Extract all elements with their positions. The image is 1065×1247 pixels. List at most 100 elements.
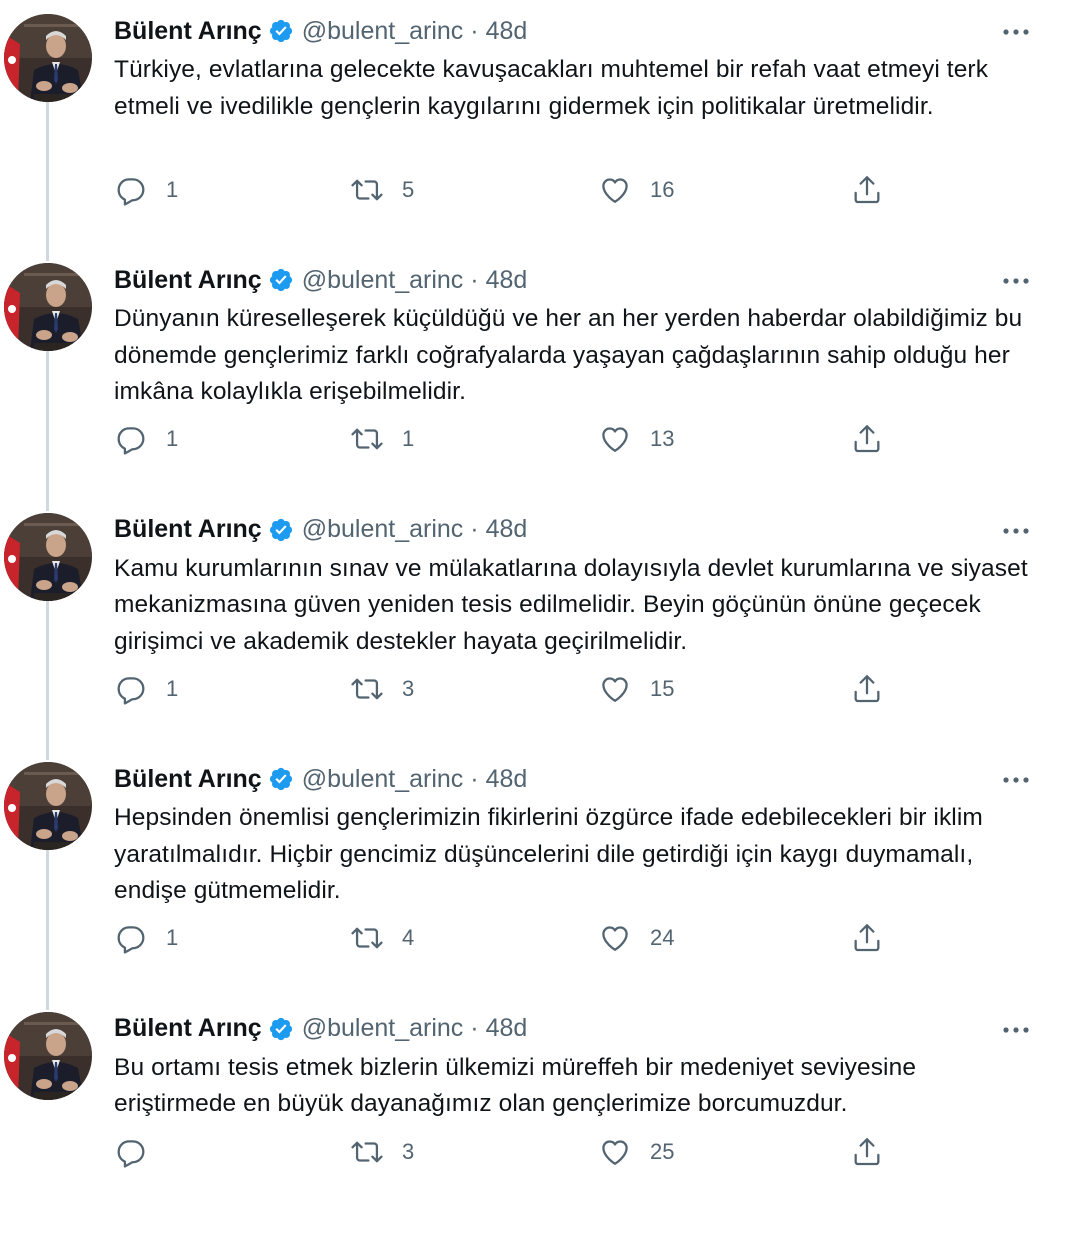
retweet-count: 1 [402, 426, 415, 452]
avatar[interactable] [4, 1011, 92, 1100]
share-button[interactable] [850, 170, 884, 210]
reply-icon [114, 921, 148, 955]
like-button[interactable]: 16 [598, 170, 674, 210]
reply-count: 1 [166, 675, 179, 701]
tweet[interactable]: Bülent Arınç @bulent_arinc · 48d Bu orta… [0, 998, 1065, 1247]
tweet-actions: 1 5 16 [114, 170, 904, 210]
header-separator: · [470, 16, 479, 45]
tweet-actions: 1 1 13 [114, 419, 904, 459]
header-separator: · [470, 515, 479, 544]
like-count: 16 [650, 177, 675, 202]
avatar[interactable] [4, 512, 92, 601]
share-button[interactable] [850, 1132, 884, 1172]
author-handle[interactable]: @bulent_arinc [302, 266, 464, 295]
tweet-text: Kamu kurumlarının sınav ve mülakatlarına… [114, 554, 1028, 655]
tweet[interactable]: Bülent Arınç @bulent_arinc · 48d Hepsind… [0, 748, 1065, 1010]
header-separator: · [470, 265, 479, 294]
thread-connector-line [46, 351, 49, 511]
retweet-icon [350, 1135, 384, 1169]
more-options-icon[interactable] [1001, 267, 1031, 295]
share-icon [850, 1135, 884, 1169]
tweet-text: Dünyanın küreselleşerek küçüldüğü ve her… [114, 305, 1023, 406]
tweet-timestamp[interactable]: 48d [486, 1014, 528, 1043]
tweet-header: Bülent Arınç @bulent_arinc · 48d [114, 513, 527, 547]
reply-icon [114, 173, 148, 207]
tweet-timestamp[interactable]: 48d [486, 765, 528, 794]
like-button[interactable]: 15 [598, 669, 674, 709]
share-icon [850, 672, 884, 706]
verified-badge-icon [268, 766, 294, 792]
tweet-header: Bülent Arınç @bulent_arinc · 48d [114, 263, 527, 297]
share-button[interactable] [850, 669, 884, 709]
reply-icon [114, 1135, 148, 1169]
tweet[interactable]: Bülent Arınç @bulent_arinc · 48d Türkiye… [0, 0, 1065, 262]
like-button[interactable]: 24 [598, 918, 674, 958]
tweet[interactable]: Bülent Arınç @bulent_arinc · 48d Kamu ku… [0, 499, 1065, 761]
thread-connector-line [46, 102, 49, 262]
share-icon [850, 921, 884, 955]
tweet-header: Bülent Arınç @bulent_arinc · 48d [114, 14, 527, 48]
retweet-icon [350, 921, 384, 955]
more-options-icon[interactable] [1001, 18, 1031, 46]
tweet-actions: 1 4 24 [114, 918, 904, 958]
reply-icon [114, 672, 148, 706]
more-options-icon[interactable] [1001, 517, 1031, 545]
avatar[interactable] [4, 762, 92, 851]
reply-count: 1 [166, 925, 179, 951]
more-options-icon[interactable] [1001, 1016, 1031, 1044]
author-name[interactable]: Bülent Arınç [114, 17, 262, 46]
tweet-text: Hepsinden önemlisi gençlerimizin fikirle… [114, 804, 983, 905]
share-icon [850, 173, 884, 207]
retweet-icon [350, 173, 384, 207]
author-handle[interactable]: @bulent_arinc [302, 515, 464, 544]
like-count: 25 [650, 1138, 675, 1164]
tweet-actions: 3 25 [114, 1132, 904, 1172]
tweet-text: Türkiye, evlatlarına gelecekte kavuşacak… [114, 56, 989, 120]
tweet-header: Bülent Arınç @bulent_arinc · 48d [114, 1012, 527, 1046]
avatar[interactable] [4, 263, 92, 352]
avatar[interactable] [4, 14, 92, 102]
header-separator: · [470, 764, 479, 793]
verified-badge-icon [268, 1016, 294, 1042]
verified-badge-icon [268, 18, 294, 44]
reply-icon [114, 422, 148, 456]
author-name[interactable]: Bülent Arınç [114, 515, 262, 544]
reply-button[interactable]: 1 [114, 918, 178, 958]
like-icon [598, 1135, 632, 1169]
retweet-button[interactable]: 5 [350, 170, 414, 210]
header-separator: · [470, 1014, 479, 1043]
reply-button[interactable]: 1 [114, 419, 178, 459]
author-handle[interactable]: @bulent_arinc [302, 17, 464, 46]
reply-button[interactable]: 1 [114, 669, 178, 709]
tweet-text: Bu ortamı tesis etmek bizlerin ülkemizi … [114, 1053, 917, 1118]
retweet-count: 3 [402, 1138, 415, 1164]
verified-badge-icon [268, 517, 294, 543]
author-name[interactable]: Bülent Arınç [114, 1014, 262, 1043]
tweet[interactable]: Bülent Arınç @bulent_arinc · 48d Dünyanı… [0, 249, 1065, 511]
thread-connector-line [46, 850, 49, 1010]
tweet-timestamp[interactable]: 48d [486, 515, 528, 544]
reply-button[interactable] [114, 1132, 166, 1172]
retweet-button[interactable]: 4 [350, 918, 414, 958]
retweet-count: 5 [402, 177, 415, 202]
like-button[interactable]: 25 [598, 1132, 674, 1172]
share-button[interactable] [850, 918, 884, 958]
tweet-header: Bülent Arınç @bulent_arinc · 48d [114, 762, 527, 796]
retweet-button[interactable]: 1 [350, 419, 414, 459]
author-name[interactable]: Bülent Arınç [114, 266, 262, 295]
retweet-button[interactable]: 3 [350, 669, 414, 709]
author-handle[interactable]: @bulent_arinc [302, 765, 464, 794]
reply-button[interactable]: 1 [114, 170, 178, 210]
tweet-actions: 1 3 15 [114, 669, 904, 709]
more-options-icon[interactable] [1001, 766, 1031, 794]
like-button[interactable]: 13 [598, 419, 674, 459]
author-handle[interactable]: @bulent_arinc [302, 1014, 464, 1043]
author-name[interactable]: Bülent Arınç [114, 765, 262, 794]
share-button[interactable] [850, 419, 884, 459]
like-count: 15 [650, 675, 675, 701]
like-icon [598, 921, 632, 955]
like-icon [598, 173, 632, 207]
tweet-timestamp[interactable]: 48d [486, 266, 528, 295]
tweet-timestamp[interactable]: 48d [486, 17, 528, 46]
retweet-button[interactable]: 3 [350, 1132, 414, 1172]
